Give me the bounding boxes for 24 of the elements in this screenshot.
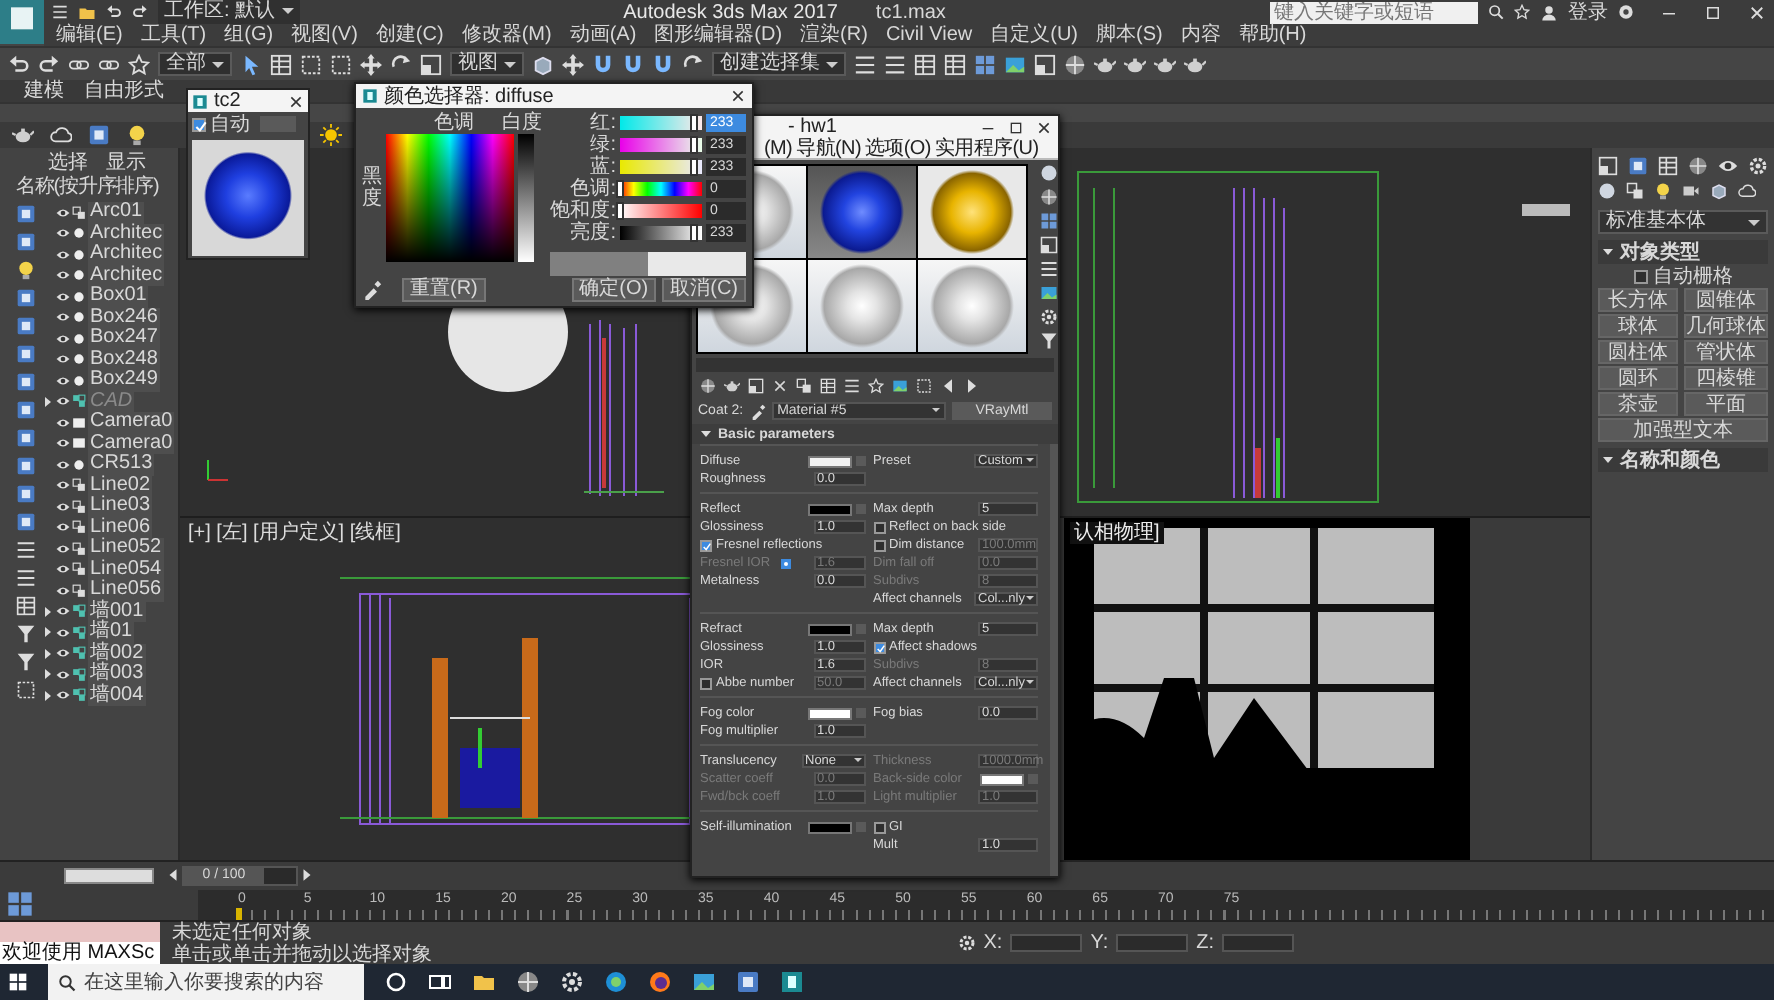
rollout-title: 名称和颜色 <box>1620 449 1720 471</box>
window-title: - hw1 <box>788 116 839 138</box>
channel-label: 红: <box>588 112 616 134</box>
whiteness-label: 白度 <box>502 112 542 134</box>
checkbox-label: 自动栅格 <box>1653 265 1733 287</box>
file-name: tc1.max <box>875 1 946 23</box>
channel-label: 饱和度: <box>550 200 616 222</box>
window-title: Autodesk 3ds Max 2017 <box>623 1 838 23</box>
hue-label: 色调 <box>432 112 476 134</box>
channel-label: 亮度: <box>568 222 616 244</box>
dialog-title: 颜色选择器: diffuse <box>384 85 556 107</box>
coordinate-label: Z: <box>1196 932 1214 954</box>
checkbox-label: 自动 <box>210 113 250 135</box>
blackness-label: 黑度 <box>362 166 382 210</box>
channel-label: 绿: <box>588 134 616 156</box>
status-message: 单击或单击并拖动以选择对象 <box>172 944 432 966</box>
status-message: 未选定任何对象 <box>172 922 312 944</box>
rollout-title: 对象类型 <box>1620 241 1700 263</box>
column-header: 名称(按升序排序) <box>16 176 159 200</box>
coordinate-label: X: <box>983 932 1003 954</box>
coordinate-label: Y: <box>1090 932 1109 954</box>
channel-label: 色调: <box>570 178 616 200</box>
channel-label: 蓝: <box>588 156 616 178</box>
window-title: tc2 <box>214 90 243 112</box>
